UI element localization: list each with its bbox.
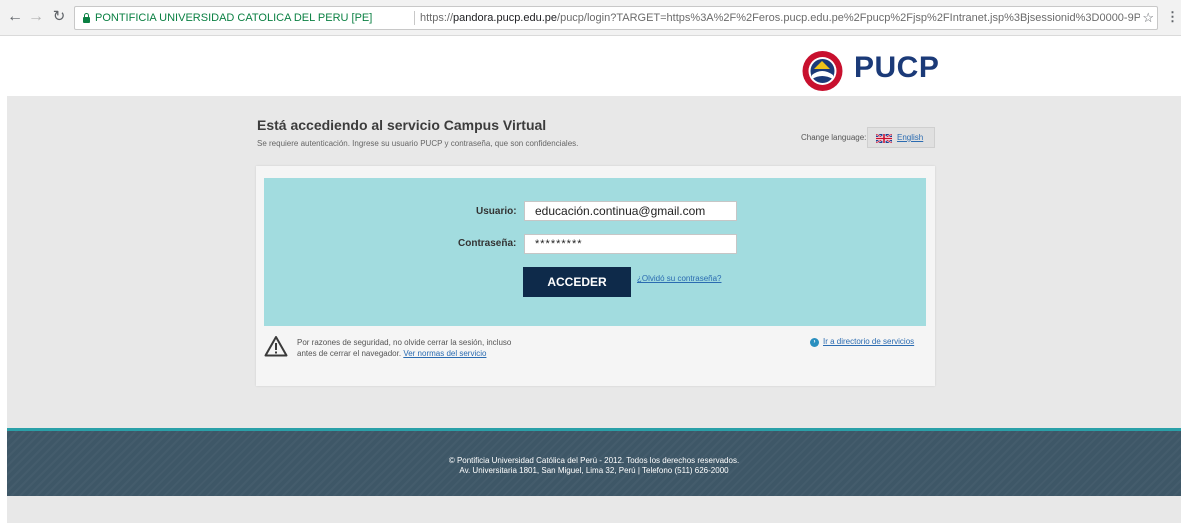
url-host: pandora.pucp.edu.pe	[453, 12, 558, 24]
back-arrow-icon[interactable]: ←	[6, 8, 24, 26]
security-notice-text: antes de cerrar el navegador.	[297, 349, 402, 358]
address-bar[interactable]: PONTIFICIA UNIVERSIDAD CATOLICA DEL PERU…	[74, 6, 1158, 30]
reload-icon[interactable]: ↻	[50, 8, 68, 26]
forward-arrow-icon[interactable]: →	[27, 8, 45, 26]
url-path: /pucp/login?TARGET=https%3A%2F%2Feros.pu…	[557, 12, 1140, 24]
site-identity: PONTIFICIA UNIVERSIDAD CATOLICA DEL PERU…	[95, 12, 373, 24]
browser-menu-icon[interactable]: ⋮	[1166, 9, 1179, 25]
forgot-password-link[interactable]: ¿Olvidó su contraseña?	[637, 274, 722, 283]
site-header: PUCP	[0, 36, 1181, 96]
bottom-spacer	[7, 496, 1181, 523]
pucp-logo[interactable]: PUCP	[800, 45, 950, 93]
bookmark-star-icon[interactable]: ☆	[1142, 7, 1154, 29]
login-form: Usuario: Contraseña: ACCEDER ¿Olvidó su …	[264, 178, 926, 326]
footer-copyright: © Pontificia Universidad Católica del Pe…	[448, 456, 740, 465]
url-text[interactable]: https://pandora.pucp.edu.pe/pucp/login?T…	[420, 7, 1140, 29]
lock-icon	[83, 13, 90, 23]
security-notice: Por razones de seguridad, no olvide cerr…	[297, 337, 511, 359]
site-footer: © Pontificia Universidad Católica del Pe…	[7, 428, 1181, 496]
page-title: Está accediendo al servicio Campus Virtu…	[257, 117, 547, 133]
url-prefix: https://	[420, 12, 454, 24]
logo-wordmark: PUCP	[854, 51, 940, 84]
password-label: Contraseña:	[458, 238, 517, 249]
security-notice-line1: Por razones de seguridad, no olvide cerr…	[297, 338, 512, 347]
uk-flag-icon	[876, 134, 892, 143]
change-language-label: Change language:	[801, 133, 867, 142]
acceder-button[interactable]: ACCEDER	[523, 267, 631, 297]
username-label: Usuario:	[476, 206, 517, 217]
security-notice-line2: antes de cerrar el navegador. Ver normas…	[297, 348, 511, 359]
university-seal-icon	[802, 51, 843, 91]
service-directory-link[interactable]: Ir a directorio de servicios	[823, 337, 914, 346]
footer-address: Av. Universitaria 1801, San Miguel, Lima…	[459, 466, 729, 475]
service-rules-link[interactable]: Ver normas del servicio	[403, 349, 486, 358]
url-separator	[414, 11, 415, 25]
arrow-circle-icon: ›	[810, 338, 819, 347]
login-card: Usuario: Contraseña: ACCEDER ¿Olvidó su …	[256, 166, 935, 386]
password-input[interactable]	[524, 234, 737, 254]
warning-triangle-icon	[264, 336, 288, 357]
language-english-link[interactable]: English	[897, 133, 923, 142]
username-input[interactable]	[524, 201, 737, 221]
page-subtitle: Se requiere autenticación. Ingrese su us…	[257, 139, 579, 148]
language-english-button[interactable]: English	[867, 127, 935, 148]
browser-toolbar: ← → ↻ PONTIFICIA UNIVERSIDAD CATOLICA DE…	[0, 0, 1181, 36]
main-content: Está accediendo al servicio Campus Virtu…	[7, 96, 1181, 428]
